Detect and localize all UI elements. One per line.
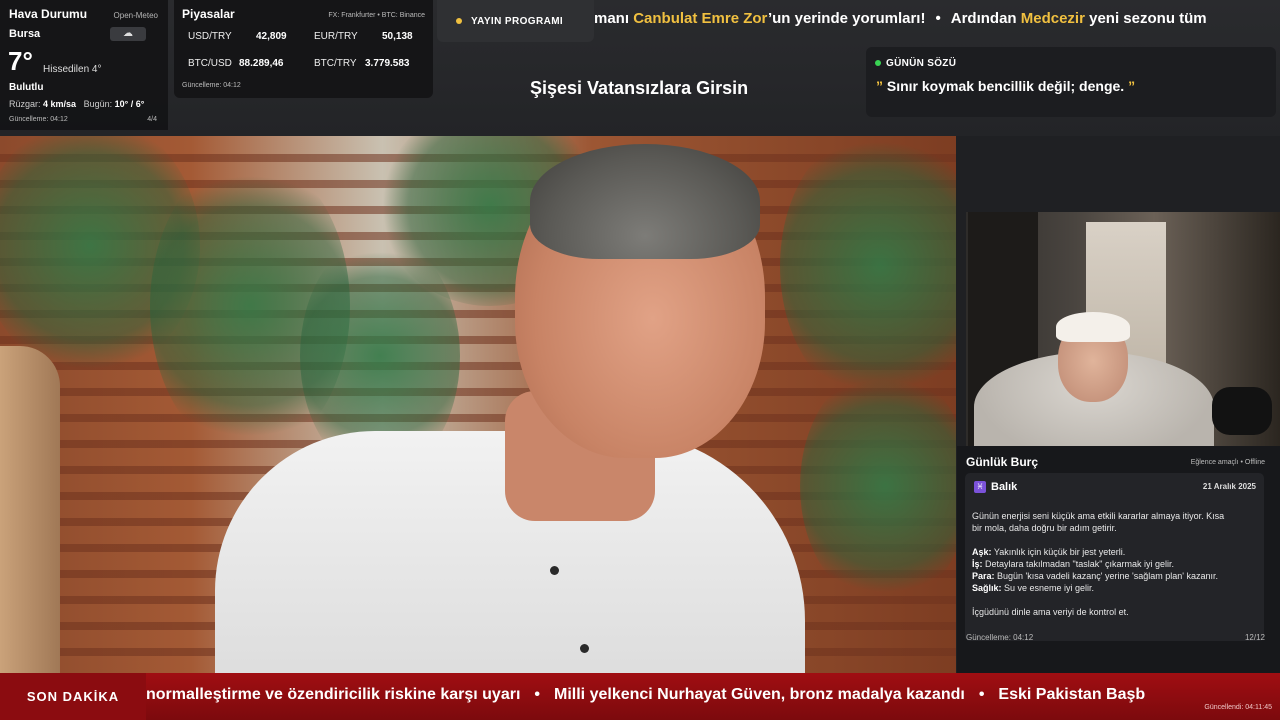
horoscope-date: 21 Aralık 2025 bbox=[1202, 482, 1256, 491]
markets-source: FX: Frankfurter • BTC: Binance bbox=[328, 12, 425, 19]
pisces-icon: ♓ bbox=[974, 481, 986, 493]
schedule-button[interactable]: YAYIN PROGRAMI bbox=[437, 0, 594, 42]
quote-box: GÜNÜN SÖZÜ ” Sınır koymak bencillik deği… bbox=[866, 47, 1276, 117]
weather-wind-today: Rüzgar: 4 km/sa Bugün: 10° / 6° bbox=[9, 99, 144, 109]
market-label: USD/TRY bbox=[188, 31, 232, 42]
horoscope-intro-line: bir mola, daha doğru bir adım getirir. bbox=[972, 523, 1117, 533]
foliage bbox=[780, 136, 956, 406]
horoscope-meta: Eğlence amaçlı • Offline bbox=[1190, 459, 1265, 466]
love-label: Aşk: bbox=[972, 547, 992, 557]
horoscope-work: İş: Detaylara takılmadan "taslak" çıkarm… bbox=[972, 558, 1258, 570]
show-title: Şişesi Vatansızlara Girsin bbox=[530, 78, 749, 98]
market-label: BTC/USD bbox=[188, 58, 232, 69]
wind-label: Rüzgar: bbox=[9, 99, 41, 109]
horoscope-body: Günün enerjisi seni küçük ama etkili kar… bbox=[972, 510, 1258, 630]
weather-page: 4/4 bbox=[147, 116, 157, 123]
health-text: Su ve esneme iyi gelir. bbox=[1001, 583, 1095, 593]
cloud-icon: ☁ bbox=[110, 27, 146, 41]
markets-widget: Piyasalar FX: Frankfurter • BTC: Binance… bbox=[174, 0, 433, 98]
today-label: Bugün: bbox=[83, 99, 113, 109]
live-dot-icon bbox=[875, 60, 881, 66]
horoscope-details: Aşk: Yakınlık için küçük bir jest yeterl… bbox=[972, 546, 1258, 594]
today-value: 10° / 6° bbox=[114, 99, 145, 109]
breaking-label: SON DAKİKA bbox=[0, 673, 146, 720]
ticker-text: Ardından bbox=[950, 10, 1021, 27]
news-item: normalleştirme ve özendiricilik riskine … bbox=[146, 686, 521, 703]
money-text: Bugün 'kısa vadeli kazanç' yerine 'sağla… bbox=[994, 571, 1219, 581]
breaking-news-bar: SON DAKİKA normalleştirme ve özendiricil… bbox=[0, 673, 1280, 720]
horoscope-closing: İçgüdünü dinle ama veriyi de kontrol et. bbox=[972, 607, 1129, 617]
schedule-dot-icon bbox=[456, 18, 462, 24]
shirt-button bbox=[580, 644, 589, 653]
horoscope-widget: Günlük Burç Eğlence amaçlı • Offline ♓ B… bbox=[957, 446, 1280, 673]
work-label: İş: bbox=[972, 559, 983, 569]
weather-source: Open-Meteo bbox=[113, 11, 158, 20]
money-label: Para: bbox=[972, 571, 995, 581]
market-row: BTC/USD 88.289,46 bbox=[188, 58, 298, 69]
quote-label: GÜNÜN SÖZÜ bbox=[886, 58, 957, 69]
weather-condition: Bulutlu bbox=[9, 82, 44, 93]
wind-value: 4 km/sa bbox=[43, 99, 77, 109]
market-value: 42,809 bbox=[256, 31, 287, 42]
ticker-separator: • bbox=[935, 10, 941, 27]
market-label: EUR/TRY bbox=[314, 31, 358, 42]
ticker-highlight: Canbulat Emre Zor bbox=[633, 10, 768, 27]
main-video bbox=[0, 136, 956, 673]
markets-title: Piyasalar bbox=[182, 7, 235, 21]
horoscope-love: Aşk: Yakınlık için küçük bir jest yeterl… bbox=[972, 546, 1258, 558]
news-item: Milli yelkenci Nurhayat Güven, bronz mad… bbox=[554, 686, 965, 703]
horoscope-updated: Güncelleme: 04:12 bbox=[966, 633, 1034, 642]
horoscope-intro: Günün enerjisi seni küçük ama etkili kar… bbox=[972, 510, 1258, 534]
shirt-button bbox=[550, 566, 559, 575]
horoscope-intro-line: Günün enerjisi seni küçük ama etkili kar… bbox=[972, 511, 1225, 521]
weather-title: Hava Durumu bbox=[9, 7, 88, 21]
market-row: EUR/TRY 50,138 bbox=[314, 31, 424, 42]
foliage bbox=[800, 366, 956, 606]
quote-text: ” Sınır koymak bencillik değil; denge. ” bbox=[876, 78, 1135, 94]
work-text: Detaylara takılmadan "taslak" çıkarmak i… bbox=[982, 559, 1174, 569]
horoscope-page: 12/12 bbox=[1244, 633, 1265, 642]
top-ticker: manı Canbulat Emre Zor’un yerinde yoruml… bbox=[594, 10, 1280, 36]
weather-temperature: 7° bbox=[8, 46, 33, 76]
quote-body: Sınır koymak bencillik değil; denge. bbox=[883, 78, 1129, 94]
ticker-text: ’un yerinde yorumları! bbox=[767, 10, 926, 27]
horoscope-title: Günlük Burç bbox=[966, 455, 1039, 469]
person-hair bbox=[530, 144, 760, 259]
weather-feels-like: Hissedilen 4° bbox=[43, 64, 102, 75]
market-row: BTC/TRY 3.779.583 bbox=[314, 58, 430, 69]
health-label: Sağlık: bbox=[972, 583, 1002, 593]
breaking-updated: Güncellendi: 04:11:45 bbox=[1204, 704, 1272, 711]
market-value: 3.779.583 bbox=[365, 58, 410, 69]
microphone bbox=[1212, 387, 1272, 435]
horoscope-health: Sağlık: Su ve esneme iyi gelir. bbox=[972, 582, 1258, 594]
horoscope-card: ♓ Balık 21 Aralık 2025 Günün enerjisi se… bbox=[965, 473, 1264, 641]
market-value: 50,138 bbox=[382, 31, 413, 42]
weather-updated: Güncelleme: 04:12 bbox=[9, 116, 68, 123]
horoscope-money: Para: Bugün 'kısa vadeli kazanç' yerine … bbox=[972, 570, 1258, 582]
webcam-person-cap bbox=[1056, 312, 1130, 342]
webcam-feed bbox=[966, 212, 1280, 446]
foreground-hair bbox=[0, 346, 60, 673]
news-item: Eski Pakistan Başb bbox=[998, 686, 1146, 703]
weather-widget: Hava Durumu Open-Meteo Bursa ☁ 7° Hissed… bbox=[0, 0, 168, 130]
ticker-highlight: Medcezir bbox=[1020, 10, 1085, 27]
weather-city: Bursa bbox=[9, 28, 41, 40]
quote-open-mark: ” bbox=[876, 78, 883, 94]
news-separator: • bbox=[978, 686, 985, 703]
market-row: USD/TRY 42,809 bbox=[188, 31, 298, 42]
breaking-ticker: normalleştirme ve özendiricilik riskine … bbox=[146, 686, 1280, 704]
schedule-label: YAYIN PROGRAMI bbox=[471, 15, 564, 27]
quote-close-mark: ” bbox=[1128, 78, 1136, 94]
markets-updated: Güncelleme: 04:12 bbox=[182, 82, 241, 89]
ticker-text: yeni sezonu tüm bbox=[1084, 10, 1207, 27]
market-label: BTC/TRY bbox=[314, 58, 357, 69]
horoscope-sign: Balık bbox=[991, 481, 1018, 493]
news-separator: • bbox=[534, 686, 541, 703]
ticker-text: manı bbox=[594, 10, 634, 27]
love-text: Yakınlık için küçük bir jest yeterli. bbox=[991, 547, 1126, 557]
market-value: 88.289,46 bbox=[239, 58, 284, 69]
